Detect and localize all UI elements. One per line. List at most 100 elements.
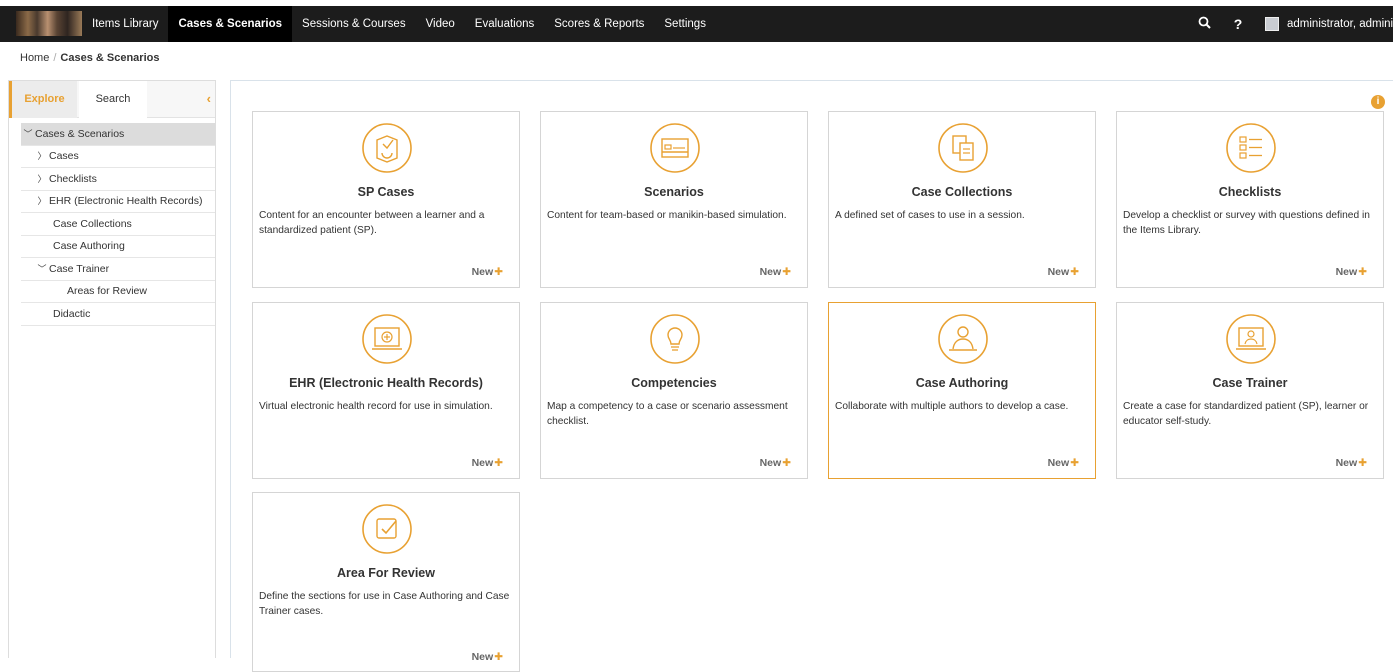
new-label: New (759, 457, 782, 469)
app-logo[interactable] (16, 11, 82, 36)
card-description: Create a case for standardized patient (… (1123, 401, 1369, 427)
nav-scores-reports[interactable]: Scores & Reports (544, 6, 654, 42)
collapse-sidebar-icon[interactable]: ‹ (207, 91, 211, 106)
new-label: New (759, 266, 782, 278)
chevron-down-icon[interactable]: ﹀ (21, 123, 35, 145)
card-description: Virtual electronic health record for use… (259, 401, 493, 412)
category-tree: ﹀ Cases & Scenarios 〉 Cases 〉 Checklists 〉 E… (21, 123, 215, 326)
search-icon[interactable] (1187, 16, 1221, 32)
case-collections-icon (938, 123, 988, 173)
checklists-icon (1226, 123, 1276, 173)
card-scenarios[interactable]: Scenarios Content for team-based or mani… (540, 111, 808, 288)
new-button[interactable]: New✚ (760, 457, 791, 469)
tree-item-case-authoring[interactable]: Case Authoring (21, 236, 215, 258)
chevron-right-icon[interactable]: 〉 (35, 145, 49, 167)
card-description: Define the sections for use in Case Auth… (259, 591, 510, 617)
card-competencies[interactable]: Competencies Map a competency to a case … (540, 302, 808, 479)
card-title: Case Trainer (1212, 376, 1288, 390)
chevron-right-icon[interactable]: 〉 (35, 168, 49, 190)
tree-item-checklists[interactable]: 〉 Checklists (21, 168, 215, 191)
plus-icon: ✚ (1070, 457, 1079, 469)
plus-icon: ✚ (782, 266, 791, 278)
tree-item-case-collections[interactable]: Case Collections (21, 213, 215, 236)
area-for-review-icon (362, 504, 412, 554)
card-title: Case Authoring (915, 376, 1009, 390)
new-button[interactable]: New✚ (760, 266, 791, 278)
breadcrumb-home[interactable]: Home (20, 52, 49, 64)
new-label: New (471, 457, 494, 469)
card-title: Area For Review (337, 566, 435, 580)
new-button[interactable]: New✚ (1048, 457, 1079, 469)
tree-item-cases[interactable]: 〉 Cases (21, 145, 215, 168)
new-button[interactable]: New✚ (472, 266, 503, 278)
new-label: New (471, 651, 494, 663)
tree-item-label: Case Authoring (53, 240, 125, 253)
tree-item-areas-for-review[interactable]: Areas for Review (21, 281, 215, 303)
tree-item-label: Areas for Review (67, 285, 147, 298)
scenarios-bed-icon (650, 123, 700, 173)
tree-item-label: Cases & Scenarios (35, 127, 125, 140)
nav-settings[interactable]: Settings (654, 6, 716, 42)
tree-item-label: Case Trainer (49, 262, 110, 275)
new-label: New (1047, 457, 1070, 469)
card-title: Scenarios (644, 185, 704, 199)
main-content: i SP Cases Content for an encounter betw… (230, 80, 1393, 672)
new-label: New (1335, 457, 1358, 469)
tab-search[interactable]: Search (79, 81, 147, 118)
card-description: Develop a checklist or survey with quest… (1123, 210, 1370, 236)
nav-cases-scenarios[interactable]: Cases & Scenarios (168, 6, 293, 42)
card-title: Case Collections (911, 185, 1013, 199)
new-button[interactable]: New✚ (472, 651, 503, 663)
avatar[interactable] (1265, 17, 1279, 31)
plus-icon: ✚ (1358, 457, 1367, 469)
chevron-down-icon[interactable]: ﹀ (35, 258, 49, 280)
tree-item-case-trainer[interactable]: ﹀ Case Trainer (21, 258, 215, 281)
new-button[interactable]: New✚ (1336, 266, 1367, 278)
card-description: Map a competency to a case or scenario a… (547, 401, 788, 427)
plus-icon: ✚ (1070, 266, 1079, 278)
plus-icon: ✚ (494, 266, 503, 278)
nav-evaluations[interactable]: Evaluations (465, 6, 544, 42)
tree-item-ehr[interactable]: 〉 EHR (Electronic Health Records) (21, 190, 215, 213)
card-description: Collaborate with multiple authors to dev… (835, 401, 1069, 412)
nav-items-library[interactable]: Items Library (82, 6, 168, 42)
breadcrumb: Home / Cases & Scenarios (20, 52, 159, 64)
tree-item-label: EHR (Electronic Health Records) (49, 195, 203, 208)
chevron-right-icon[interactable]: 〉 (35, 190, 49, 212)
card-ehr[interactable]: EHR (Electronic Health Records) Virtual … (252, 302, 520, 479)
ehr-monitor-icon (362, 314, 412, 364)
new-button[interactable]: New✚ (1048, 266, 1079, 278)
card-checklists[interactable]: Checklists Develop a checklist or survey… (1116, 111, 1384, 288)
nav-video[interactable]: Video (416, 6, 465, 42)
new-label: New (1047, 266, 1070, 278)
nav-sessions-courses[interactable]: Sessions & Courses (292, 6, 416, 42)
plus-icon: ✚ (1358, 266, 1367, 278)
help-icon[interactable]: ? (1221, 16, 1255, 32)
tree-item-label: Cases (49, 150, 79, 163)
card-title: Checklists (1218, 185, 1282, 199)
user-menu[interactable]: administrator, administr (1287, 18, 1393, 30)
tree-item-label: Didactic (53, 307, 91, 320)
nav-right-tools: ? administrator, administr (1187, 6, 1393, 42)
card-case-trainer[interactable]: Case Trainer Create a case for standardi… (1116, 302, 1384, 479)
main-nav: Items Library Cases & Scenarios Sessions… (82, 6, 716, 42)
sidebar-tabs: Explore Search ‹ (9, 81, 215, 118)
card-title: EHR (Electronic Health Records) (289, 376, 483, 390)
tree-item-label: Case Collections (53, 217, 132, 230)
card-area-for-review[interactable]: Area For Review Define the sections for … (252, 492, 520, 672)
plus-icon: ✚ (494, 457, 503, 469)
sp-cases-icon (362, 123, 412, 173)
tab-explore[interactable]: Explore (9, 81, 77, 118)
plus-icon: ✚ (782, 457, 791, 469)
tree-item-cases-scenarios[interactable]: ﹀ Cases & Scenarios (21, 123, 215, 146)
new-button[interactable]: New✚ (1336, 457, 1367, 469)
new-label: New (471, 266, 494, 278)
tree-item-didactic[interactable]: Didactic (21, 303, 215, 326)
case-authoring-icon (938, 314, 988, 364)
card-sp-cases[interactable]: SP Cases Content for an encounter betwee… (252, 111, 520, 288)
card-case-authoring[interactable]: Case Authoring Collaborate with multiple… (828, 302, 1096, 479)
info-icon[interactable]: i (1371, 95, 1385, 109)
case-trainer-icon (1226, 314, 1276, 364)
card-case-collections[interactable]: Case Collections A defined set of cases … (828, 111, 1096, 288)
new-button[interactable]: New✚ (472, 457, 503, 469)
